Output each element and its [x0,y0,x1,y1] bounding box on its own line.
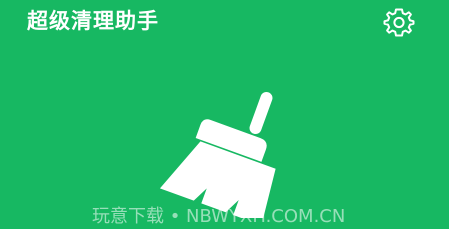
broom-icon [159,91,276,218]
bottom-strip [0,229,449,241]
title-bar: 超级清理助手 [0,0,449,44]
cleaner-app-window: 超级清理助手 玩意下载 • NBWYXH.COM.CN [0,0,449,241]
settings-button[interactable] [383,6,415,38]
watermark-text: 玩意下载 • NBWYXH.COM.CN [92,206,346,227]
app-title: 超级清理助手 [27,9,159,33]
gear-icon [383,8,415,37]
